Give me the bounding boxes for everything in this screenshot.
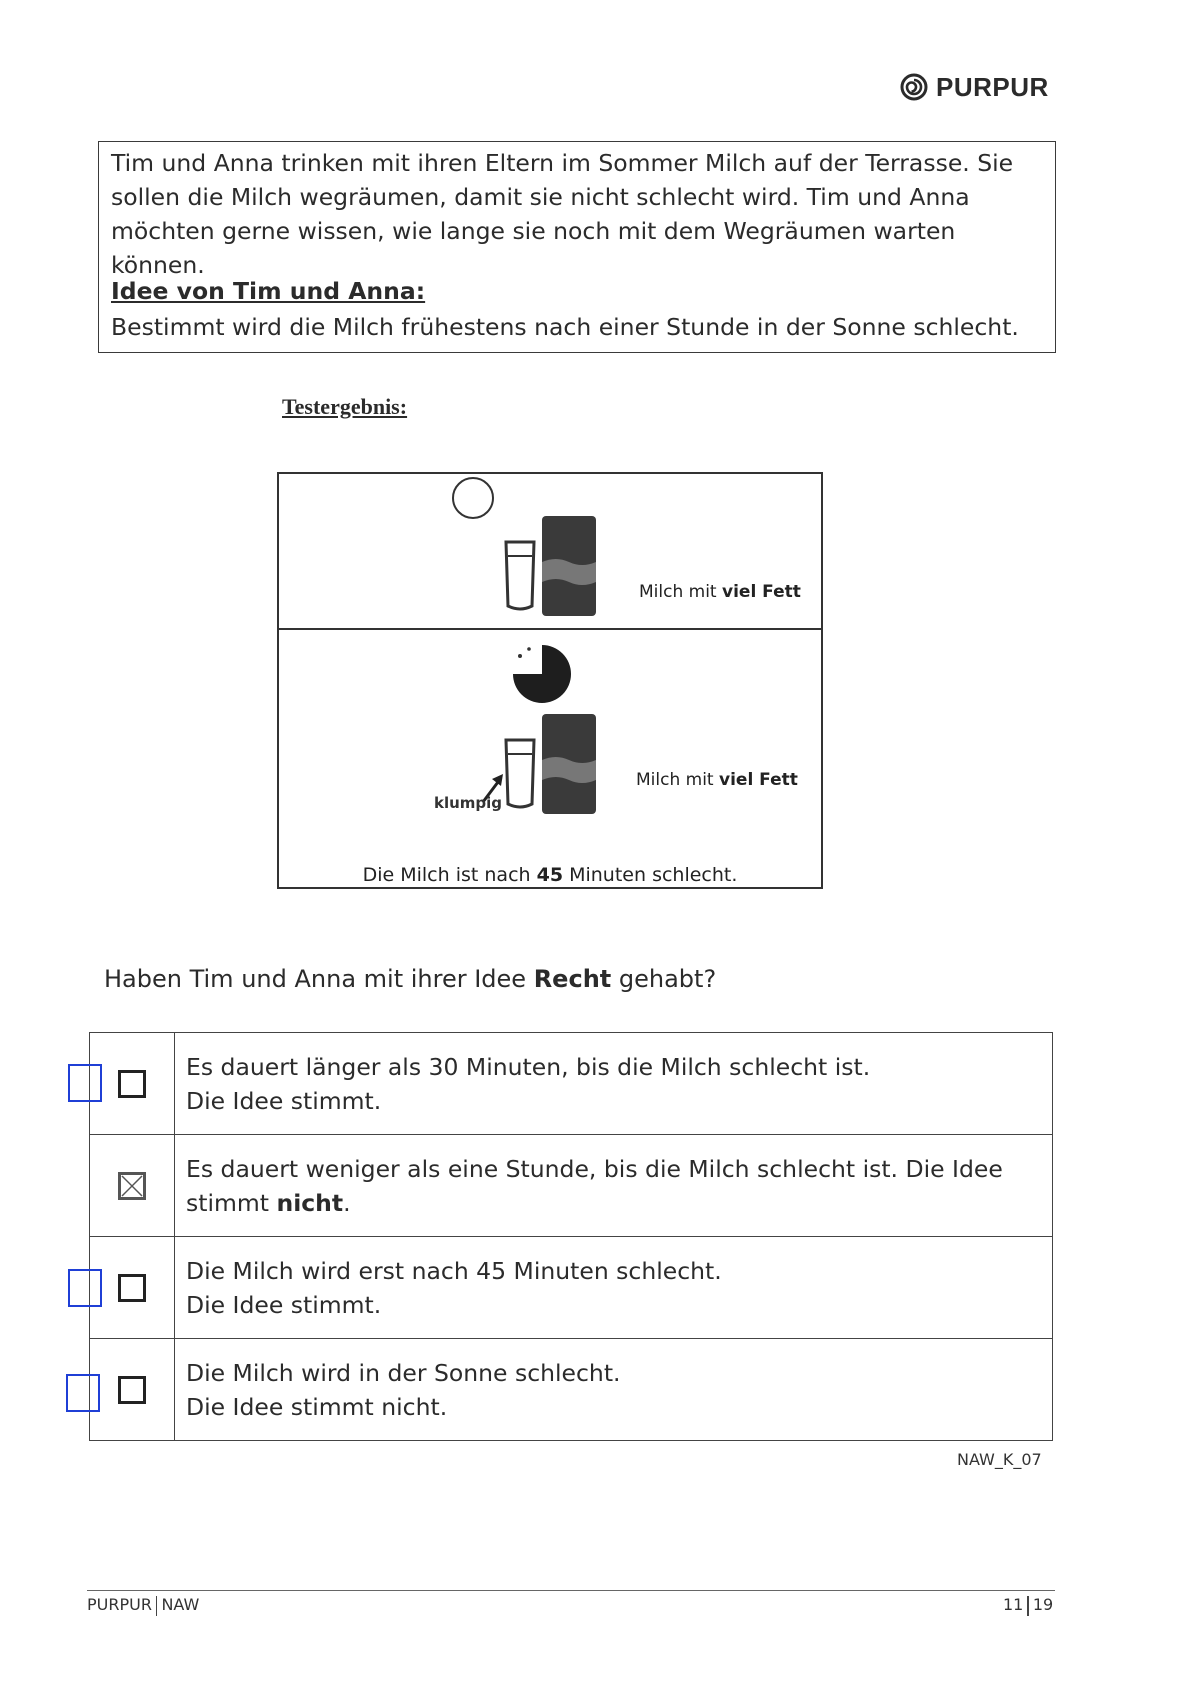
answer-4-line-1: Die Milch wird in der Sonne schlecht. <box>186 1358 621 1387</box>
selection-marker-4[interactable] <box>66 1374 100 1412</box>
page-current: 11 <box>1003 1595 1024 1614</box>
answer-2-line-2-bold: nicht <box>276 1188 344 1217</box>
idea-text: Bestimmt wird die Milch frühestens nach … <box>111 313 1019 341</box>
selection-marker-3[interactable] <box>68 1269 102 1307</box>
answer-1-line-1: Es dauert länger als 30 Minuten, bis die… <box>186 1052 871 1081</box>
spiral-logo-icon <box>900 73 928 101</box>
footer-left: PURPUR NAW <box>87 1595 199 1616</box>
test-result-heading: Testergebnis: <box>282 394 408 419</box>
answer-row-4: Die Milch wird in der Sonne schlecht. Di… <box>89 1338 1053 1441</box>
answer-checkbox-3[interactable] <box>118 1273 146 1302</box>
clock-icon <box>513 645 571 703</box>
logo-text: PURPUR <box>936 71 1049 102</box>
answer-checkbox-4[interactable] <box>118 1375 146 1404</box>
page-total: 19 <box>1032 1595 1054 1614</box>
milk-glass-carton-icon-after <box>504 714 596 814</box>
document-code: NAW_K_07 <box>957 1450 1042 1469</box>
top-milk-label: Milch mit viel Fett <box>639 582 801 602</box>
top-milk-label-text: Milch mit <box>639 582 722 602</box>
answer-checkbox-2[interactable] <box>118 1171 146 1200</box>
footer-divider <box>87 1590 1055 1591</box>
result-caption: Die Milch ist nach 45 Minuten schlecht. <box>279 864 821 886</box>
question-bold: Recht <box>533 965 612 993</box>
top-milk-label-bold: viel Fett <box>722 582 801 602</box>
answer-1-line-2: Die Idee stimmt. <box>186 1086 382 1115</box>
intro-box: Tim und Anna trinken mit ihren Eltern im… <box>98 141 1056 353</box>
question-text: Haben Tim und Anna mit ihrer Idee Recht … <box>104 965 716 993</box>
answer-3-line-2: Die Idee stimmt. <box>186 1290 382 1319</box>
answer-row-1: Es dauert länger als 30 Minuten, bis die… <box>89 1032 1053 1135</box>
page-separator <box>1027 1595 1029 1616</box>
result-panel-start: Milch mit viel Fett <box>279 474 821 630</box>
footer-brand: PURPUR <box>87 1595 152 1614</box>
answer-checkbox-cell-2 <box>89 1134 175 1237</box>
answer-row-3: Die Milch wird erst nach 45 Minuten schl… <box>89 1236 1053 1339</box>
bottom-milk-label-bold: viel Fett <box>719 770 798 790</box>
test-result-box: Milch mit viel Fett klumpig Milch mit vi… <box>277 472 823 889</box>
answer-4-line-2: Die Idee stimmt nicht. <box>186 1392 448 1421</box>
answer-checkbox-cell-4 <box>89 1338 175 1441</box>
idea-heading: Idee von Tim und Anna: <box>111 277 426 305</box>
footer-separator <box>155 1595 158 1616</box>
answer-text-4: Die Milch wird in der Sonne schlecht. Di… <box>174 1338 1053 1441</box>
milk-glass-carton-icon <box>504 516 596 616</box>
answer-table: Es dauert länger als 30 Minuten, bis die… <box>89 1032 1053 1441</box>
caption-bold: 45 <box>536 864 564 886</box>
sun-icon <box>452 477 494 519</box>
answer-2-line-2-post: . <box>343 1188 351 1217</box>
answer-checkbox-1[interactable] <box>118 1069 146 1098</box>
bottom-milk-label: Milch mit viel Fett <box>636 770 798 790</box>
caption-post: Minuten schlecht. <box>563 864 738 886</box>
answer-row-2: Es dauert weniger als eine Stunde, bis d… <box>89 1134 1053 1237</box>
answer-text-2: Es dauert weniger als eine Stunde, bis d… <box>174 1134 1053 1237</box>
answer-2-line-2: stimmt nicht. <box>186 1186 1052 1220</box>
question-post: gehabt? <box>611 965 717 993</box>
check-cross-icon <box>121 1174 143 1197</box>
page-number: 11 19 <box>1003 1595 1053 1616</box>
answer-text-1: Es dauert länger als 30 Minuten, bis die… <box>174 1032 1053 1135</box>
answer-3-line-1: Die Milch wird erst nach 45 Minuten schl… <box>186 1256 722 1285</box>
answer-text-3: Die Milch wird erst nach 45 Minuten schl… <box>174 1236 1053 1339</box>
footer-subject: NAW <box>161 1595 200 1614</box>
intro-text: Tim und Anna trinken mit ihren Eltern im… <box>111 149 1014 279</box>
selection-marker-1[interactable] <box>68 1064 102 1102</box>
bottom-milk-label-text: Milch mit <box>636 770 719 790</box>
answer-2-line-2-pre: stimmt <box>186 1188 277 1217</box>
answer-checkbox-cell-1 <box>89 1032 175 1135</box>
caption-pre: Die Milch ist nach <box>362 864 537 886</box>
klumpig-label: klumpig <box>434 794 503 812</box>
answer-2-line-1: Es dauert weniger als eine Stunde, bis d… <box>186 1154 1003 1183</box>
answer-checkbox-cell-3 <box>89 1236 175 1339</box>
purpur-logo: PURPUR <box>900 70 1049 104</box>
question-pre: Haben Tim und Anna mit ihrer Idee <box>104 965 534 993</box>
